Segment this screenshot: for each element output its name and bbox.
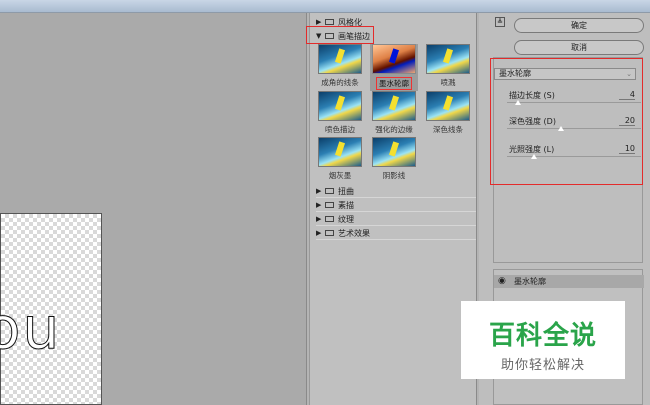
folder-distort[interactable]: ▶ 扭曲 — [316, 185, 474, 197]
filter-label: 阴影线 — [382, 171, 406, 180]
divider — [316, 225, 476, 226]
expand-arrow-icon: ▶ — [316, 187, 322, 195]
param-stroke-length: 描边长度 (S) 4 — [507, 90, 641, 110]
canvas-text: ou — [0, 294, 62, 363]
filter-thumb[interactable]: 烟灰墨 — [316, 137, 364, 184]
cancel-button[interactable]: 取消 — [514, 40, 644, 55]
filter-label: 墨水轮廓 — [376, 77, 412, 90]
filter-label: 喷色描边 — [325, 125, 355, 134]
filter-thumb[interactable]: 阴影线 — [370, 137, 418, 184]
filter-thumb[interactable]: 成角的线条 — [316, 44, 364, 91]
filter-thumb[interactable]: 深色线条 — [424, 91, 472, 138]
filter-gallery: ▶ 风格化 ▼ 画笔描边 成角的线条 墨水轮廓 喷溅 喷色描边 强化的边缘 深色… — [306, 13, 477, 405]
filter-preview-image — [372, 44, 416, 74]
slider-track[interactable] — [507, 102, 641, 103]
expand-arrow-icon: ▶ — [316, 229, 322, 237]
slider-track[interactable] — [507, 156, 641, 157]
effect-layer-label: 墨水轮廓 — [514, 277, 546, 286]
slider-knob[interactable] — [530, 154, 537, 159]
filter-thumb[interactable]: 强化的边缘 — [370, 91, 418, 138]
folder-label: 素描 — [338, 200, 354, 210]
param-value-input[interactable]: 4 — [619, 90, 635, 100]
watermark-logo: 百科全说 助你轻松解决 — [461, 301, 625, 379]
chevron-down-icon: ⌄ — [626, 70, 632, 78]
watermark-subtitle: 助你轻松解决 — [500, 358, 585, 373]
filter-preview-image — [426, 91, 470, 121]
preview-canvas: ou — [0, 213, 102, 405]
filter-label: 喷溅 — [440, 78, 456, 87]
filter-select-value: 墨水轮廓 — [499, 69, 531, 78]
param-value-input[interactable]: 20 — [619, 116, 635, 126]
folder-icon — [325, 202, 334, 208]
panel-toggle-icon[interactable]: ≜ — [495, 17, 505, 27]
window-titlebar — [0, 0, 650, 13]
slider-knob[interactable] — [557, 126, 564, 131]
effect-layer-row[interactable]: ◉ 墨水轮廓 — [494, 275, 644, 288]
highlight-box-folder — [306, 26, 374, 44]
folder-sketch[interactable]: ▶ 素描 — [316, 199, 474, 211]
filter-label: 强化的边缘 — [375, 125, 413, 134]
eye-icon[interactable]: ◉ — [498, 275, 506, 288]
param-dark-intensity: 深色强度 (D) 20 — [507, 116, 641, 136]
param-light-intensity: 光照强度 (L) 10 — [507, 144, 641, 164]
folder-icon — [325, 188, 334, 194]
divider — [316, 239, 476, 240]
filter-thumb[interactable]: 喷溅 — [424, 44, 472, 91]
folder-label: 艺术效果 — [338, 228, 370, 238]
folder-icon — [325, 19, 334, 25]
filter-thumb[interactable]: 喷色描边 — [316, 91, 364, 138]
slider-knob[interactable] — [514, 100, 521, 105]
folder-label: 扭曲 — [338, 186, 354, 196]
filter-label: 深色线条 — [433, 125, 463, 134]
divider — [316, 211, 476, 212]
folder-label: 纹理 — [338, 214, 354, 224]
divider — [316, 197, 476, 198]
filter-preview-image — [318, 137, 362, 167]
expand-arrow-icon: ▶ — [316, 18, 322, 26]
filter-label: 烟灰墨 — [328, 171, 352, 180]
preview-area[interactable]: ou — [0, 13, 307, 405]
param-value-input[interactable]: 10 — [619, 144, 635, 154]
param-label: 深色强度 (D) — [509, 117, 556, 126]
folder-icon — [325, 216, 334, 222]
filter-preview-image — [318, 44, 362, 74]
filter-preview-image — [318, 91, 362, 121]
filter-label: 成角的线条 — [321, 78, 359, 87]
expand-arrow-icon: ▶ — [316, 215, 322, 223]
filter-preview-image — [372, 91, 416, 121]
folder-texture[interactable]: ▶ 纹理 — [316, 213, 474, 225]
folder-icon — [325, 230, 334, 236]
expand-arrow-icon: ▶ — [316, 201, 322, 209]
filter-select[interactable]: 墨水轮廓 ⌄ — [494, 68, 636, 80]
filter-preview-image — [426, 44, 470, 74]
watermark-title: 百科全说 — [488, 321, 597, 351]
folder-artistic[interactable]: ▶ 艺术效果 — [316, 227, 474, 239]
ok-button[interactable]: 确定 — [514, 18, 644, 33]
slider-track[interactable] — [507, 128, 641, 129]
filter-preview-image — [372, 137, 416, 167]
filter-thumb-selected[interactable]: 墨水轮廓 — [370, 44, 418, 91]
